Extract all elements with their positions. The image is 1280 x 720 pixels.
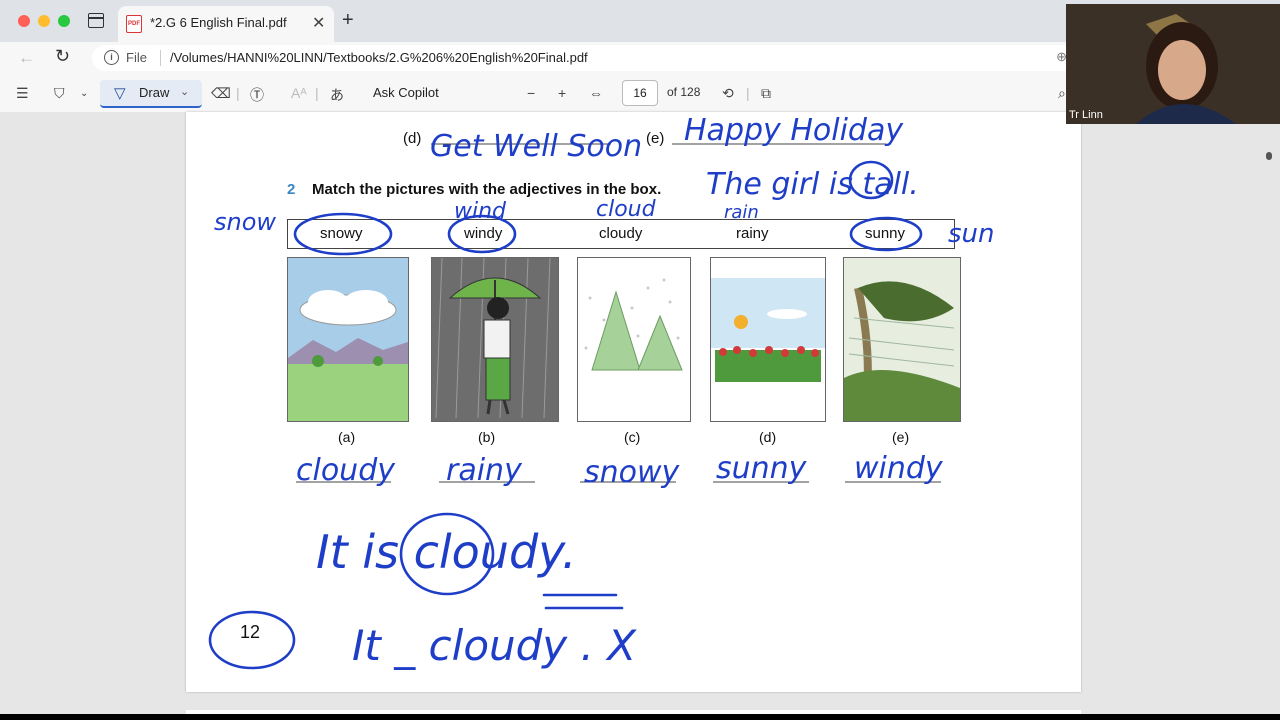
read-aloud-icon: Aᴬ xyxy=(291,85,307,101)
url-divider xyxy=(160,50,161,66)
page-view-icon[interactable]: ⧉ xyxy=(761,85,771,102)
toolbar-divider: | xyxy=(236,85,240,101)
translate-icon[interactable]: あ xyxy=(330,85,344,105)
url-text[interactable]: /Volumes/HANNI%20LINN/Textbooks/2.G%206%… xyxy=(170,50,588,65)
hw-answer-b: rainy xyxy=(446,453,523,488)
tab-close-icon[interactable]: ✕ xyxy=(312,13,325,33)
address-bar[interactable]: i File /Volumes/HANNI%20LINN/Textbooks/2… xyxy=(92,45,1077,71)
tab-title: *2.G 6 English Final.pdf xyxy=(150,15,287,30)
highlight-icon[interactable]: ⛉ xyxy=(54,85,65,102)
sidebar-toggle-icon[interactable] xyxy=(88,13,104,28)
eraser-icon[interactable]: ⌫ xyxy=(211,85,231,102)
hw-happy-holiday: Happy Holiday xyxy=(684,113,904,148)
hw-get-well-soon: Get Well Soon xyxy=(430,129,642,164)
hw-sentence-girl-tall: The girl is tall. xyxy=(706,167,919,202)
toolbar-divider-3: | xyxy=(746,85,750,101)
scheme-label: File xyxy=(126,50,147,65)
ask-copilot-button[interactable]: Ask Copilot xyxy=(373,85,439,100)
draw-label: Draw xyxy=(139,85,170,100)
search-icon[interactable]: ⌕ xyxy=(1058,85,1066,102)
info-icon[interactable]: i xyxy=(104,50,119,65)
contents-list-icon[interactable]: ☰ xyxy=(16,85,29,102)
page-number-input[interactable]: 16 xyxy=(622,80,658,106)
pdf-icon: PDF xyxy=(126,15,142,33)
hw-circle-sunny xyxy=(849,216,923,252)
bottom-strip xyxy=(0,714,1280,720)
webcam-overlay: Tr Linn xyxy=(1066,4,1280,124)
reload-icon[interactable]: ↻ xyxy=(55,46,70,67)
pen-icon: ▽ xyxy=(114,85,126,102)
hw-answer-c: snowy xyxy=(584,455,681,490)
close-window-button[interactable] xyxy=(18,15,30,27)
toolbar-divider-2: | xyxy=(315,85,319,101)
page-number-12: 12 xyxy=(240,622,260,642)
hw-snow: snow xyxy=(214,208,276,236)
tab-pdf[interactable]: PDF *2.G 6 English Final.pdf ✕ xyxy=(118,6,334,42)
pdf-viewer: (d) (e) 2 Match the pictures with the ad… xyxy=(0,112,1280,720)
fit-page-icon[interactable]: ⇔ xyxy=(589,85,603,101)
hw-sun: sun xyxy=(948,219,995,249)
hw-answer-d: sunny xyxy=(716,451,808,486)
text-box-icon[interactable]: Ⓣ xyxy=(250,85,264,105)
presenter-video xyxy=(1066,4,1280,124)
zoom-in-icon[interactable]: + xyxy=(558,85,566,101)
new-tab-icon[interactable]: + xyxy=(342,9,354,32)
draw-button[interactable]: ▽ Draw ⌄ xyxy=(100,80,202,108)
pdf-page: (d) (e) 2 Match the pictures with the ad… xyxy=(186,112,1081,692)
draw-chevron-icon[interactable]: ⌄ xyxy=(180,85,189,98)
page-total: of 128 xyxy=(667,85,701,99)
handwriting-overlay: Get Well Soon Happy Holiday The girl is … xyxy=(208,113,995,670)
rotate-icon[interactable]: ⟲ xyxy=(722,85,734,102)
hw-example-sentence: It is cloudy. xyxy=(316,525,576,579)
highlight-chevron-icon[interactable]: ⌄ xyxy=(80,88,88,99)
hw-answer-e: windy xyxy=(854,451,944,486)
hw-cloud: cloud xyxy=(596,197,657,222)
hw-answer-a: cloudy xyxy=(296,453,396,488)
hw-circle-snowy xyxy=(293,212,393,256)
minimize-window-button[interactable] xyxy=(38,15,50,27)
zoom-out-icon[interactable]: − xyxy=(527,85,535,101)
hw-wrong-example: It _ cloudy . X xyxy=(352,621,637,670)
maximize-window-button[interactable] xyxy=(58,15,70,27)
scrollbar-thumb[interactable] xyxy=(1266,152,1272,160)
hw-rain: rain xyxy=(724,202,759,223)
back-arrow-icon[interactable]: ← xyxy=(18,48,35,68)
webcam-name: Tr Linn xyxy=(1069,109,1103,121)
